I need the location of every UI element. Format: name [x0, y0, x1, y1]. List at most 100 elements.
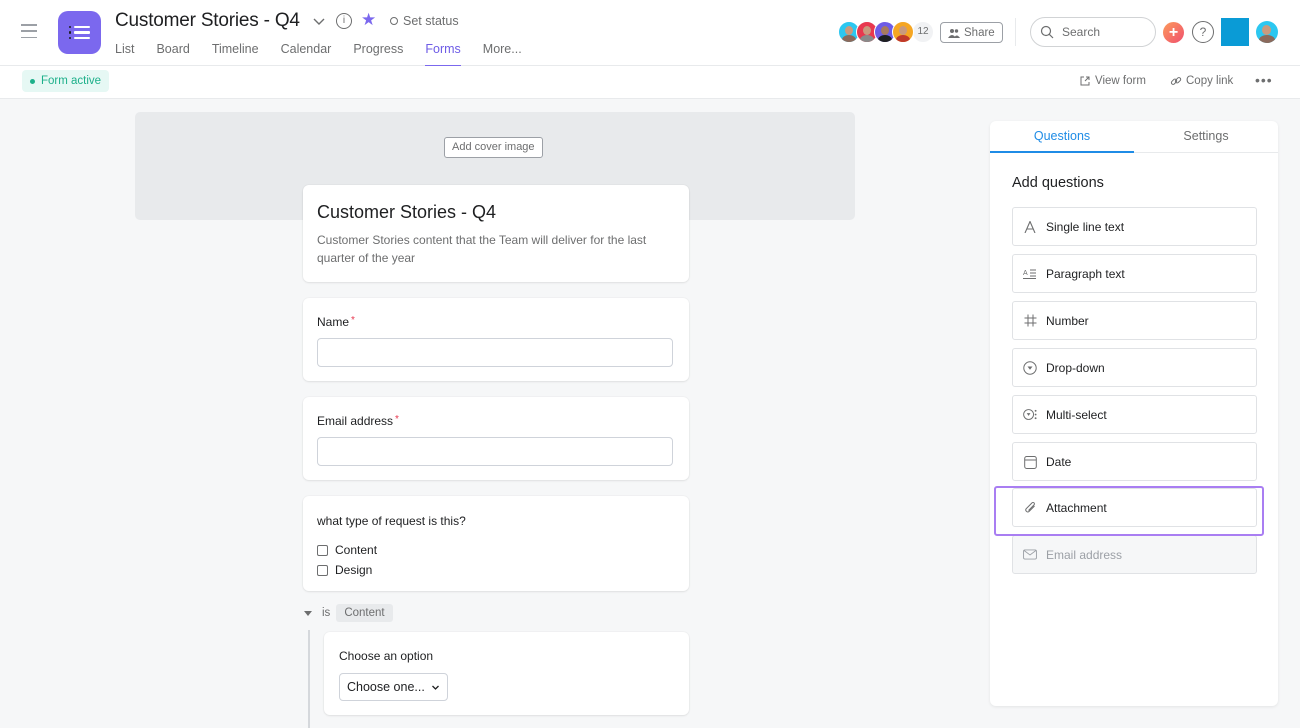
checkbox[interactable] [317, 564, 328, 576]
question-label: Email address * [317, 414, 399, 428]
copy-link-button[interactable]: Copy link [1170, 75, 1233, 87]
branch-line [308, 630, 310, 728]
tab-progress[interactable]: Progress [353, 42, 403, 66]
tab-more[interactable]: More... [483, 42, 522, 66]
more-options-icon[interactable]: ••• [1255, 72, 1273, 88]
question-type-label: Single line text [1046, 219, 1125, 234]
project-list-icon [58, 11, 101, 54]
question-label: Choose an option [339, 649, 434, 663]
status-circle-icon [390, 17, 398, 25]
question-type-label: Number [1046, 313, 1089, 328]
required-asterisk: * [395, 414, 399, 425]
question-type-label: Paragraph text [1046, 266, 1125, 281]
set-status-button[interactable]: Set status [390, 14, 459, 28]
share-label: Share [964, 26, 995, 39]
paperclip-icon [1023, 501, 1037, 515]
condition-value-pill: Content [336, 604, 393, 622]
question-label-text: Email address [317, 414, 394, 428]
question-type-label: Attachment [1046, 500, 1107, 515]
letter-a-icon [1023, 220, 1037, 234]
multi-select-icon [1023, 408, 1037, 422]
project-title[interactable]: Customer Stories - Q4 [115, 10, 300, 32]
envelope-icon [1023, 548, 1037, 562]
quick-add-button[interactable]: + [1163, 22, 1184, 43]
status-dot-icon [30, 78, 35, 84]
question-type-label: Email address [1046, 547, 1123, 562]
view-form-label: View form [1095, 75, 1146, 87]
form-toolbar: Form active View form Copy link ••• [0, 66, 1300, 99]
question-type-label: Date [1046, 454, 1072, 469]
add-questions-heading: Add questions [1012, 175, 1104, 191]
help-icon[interactable]: ? [1192, 21, 1214, 43]
status-badge[interactable]: Form active [22, 70, 110, 92]
question-type-label: Drop-down [1046, 360, 1105, 375]
header-divider [1015, 18, 1016, 46]
hamburger-menu-icon[interactable] [21, 24, 37, 38]
calendar-icon [1023, 455, 1037, 469]
chevron-down-icon[interactable] [312, 14, 326, 28]
dropdown-circle-icon [1023, 360, 1037, 375]
checkbox-option-design[interactable]: Design [317, 563, 372, 577]
tab-board[interactable]: Board [156, 42, 189, 66]
question-card-choose-option[interactable]: Choose an option Choose one... [324, 632, 689, 715]
people-icon [948, 28, 960, 38]
question-label: what type of request is this? [317, 514, 466, 528]
avatar[interactable] [892, 21, 914, 43]
search-placeholder: Search [1062, 25, 1101, 39]
user-avatar[interactable] [1256, 21, 1278, 43]
question-type-single-line-text[interactable]: Single line text [1012, 207, 1257, 246]
choose-one-dropdown[interactable]: Choose one... [339, 673, 448, 701]
question-type-label: Multi-select [1046, 407, 1107, 422]
form-builder-panel: Questions Settings Add questions Single … [990, 121, 1278, 706]
search-input[interactable]: Search [1030, 17, 1156, 47]
chevron-down-icon [431, 685, 439, 690]
tab-forms[interactable]: Forms [425, 42, 462, 67]
question-type-paragraph-text[interactable]: A Paragraph text [1012, 254, 1257, 293]
form-title[interactable]: Customer Stories - Q4 [317, 202, 496, 223]
svg-text:A: A [1023, 270, 1028, 277]
tab-settings[interactable]: Settings [1134, 121, 1278, 152]
caret-down-icon[interactable] [304, 610, 312, 616]
dropdown-value: Choose one... [347, 680, 425, 694]
add-cover-image-button[interactable]: Add cover image [444, 137, 543, 158]
name-field[interactable] [317, 338, 673, 367]
member-count[interactable]: 12 [912, 21, 934, 43]
workspace-icon[interactable] [1221, 18, 1249, 46]
copy-link-label: Copy link [1186, 75, 1234, 87]
question-card-email[interactable]: Email address * [303, 397, 689, 480]
project-tabs: List Board Timeline Calendar Progress Fo… [115, 42, 544, 67]
tab-timeline[interactable]: Timeline [212, 42, 259, 66]
checkbox-label: Design [335, 563, 373, 577]
required-asterisk: * [351, 315, 355, 326]
member-avatars[interactable]: 12 [838, 21, 934, 43]
star-icon[interactable]: ★ [361, 10, 376, 30]
checkbox[interactable] [317, 544, 328, 556]
info-icon[interactable]: i [336, 13, 352, 29]
question-type-number[interactable]: Number [1012, 301, 1257, 340]
external-link-icon [1080, 76, 1090, 86]
email-field[interactable] [317, 437, 673, 466]
status-badge-label: Form active [41, 75, 102, 87]
form-description[interactable]: Customer Stories content that the Team w… [317, 231, 677, 267]
top-header: Customer Stories - Q4 i ★ Set status Lis… [0, 0, 1300, 67]
question-type-attachment[interactable]: Attachment [1012, 488, 1257, 527]
question-type-date[interactable]: Date [1012, 442, 1257, 481]
form-header-card[interactable]: Customer Stories - Q4 Customer Stories c… [303, 185, 689, 282]
question-card-request-type[interactable]: what type of request is this? Content De… [303, 496, 689, 591]
checkbox-option-content[interactable]: Content [317, 543, 377, 557]
tab-calendar[interactable]: Calendar [281, 42, 332, 66]
tab-questions[interactable]: Questions [990, 121, 1134, 153]
question-type-multi-select[interactable]: Multi-select [1012, 395, 1257, 434]
view-form-link[interactable]: View form [1080, 75, 1146, 87]
question-label: Name * [317, 315, 355, 329]
search-icon [1040, 25, 1054, 39]
link-icon [1170, 77, 1182, 85]
question-type-email-address: Email address [1012, 535, 1257, 574]
branch-condition: is Content [304, 604, 393, 622]
share-button[interactable]: Share [940, 22, 1003, 43]
question-card-name[interactable]: Name * [303, 298, 689, 381]
tab-list[interactable]: List [115, 42, 134, 66]
question-type-drop-down[interactable]: Drop-down [1012, 348, 1257, 387]
paragraph-icon: A [1023, 267, 1037, 281]
checkbox-label: Content [335, 543, 378, 557]
